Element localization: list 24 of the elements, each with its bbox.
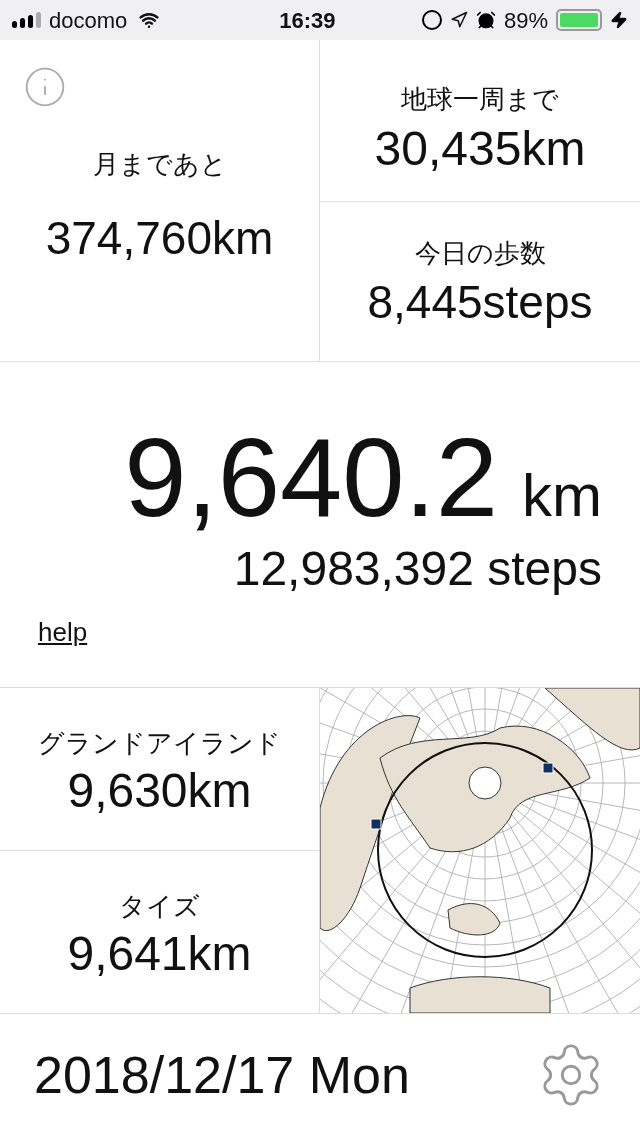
- clock: 16:39: [279, 6, 336, 35]
- carrier-name: docomo: [49, 6, 128, 35]
- signal-icon: [12, 12, 41, 28]
- info-icon[interactable]: [23, 65, 67, 109]
- alarm-icon: [475, 10, 496, 30]
- moon-label: 月まであと: [92, 148, 227, 181]
- place-name: グランドアイランド: [38, 726, 281, 760]
- battery-icon: [556, 9, 602, 31]
- location-icon: [449, 11, 468, 29]
- wifi-icon: [139, 10, 160, 30]
- help-link[interactable]: help: [38, 613, 88, 652]
- total-steps: 12,983,392 steps: [233, 545, 602, 593]
- charging-icon: [610, 11, 628, 29]
- battery-percent: 89%: [503, 6, 548, 35]
- place-distance: 9,641km: [67, 929, 252, 978]
- moon-distance: 374,760km: [45, 211, 274, 266]
- date-label: 2018/12/17 Mon: [34, 1045, 410, 1106]
- place-distance: 9,630km: [67, 766, 252, 815]
- earth-lap-distance: 30,435km: [374, 125, 586, 173]
- total-distance: 9,640.2: [124, 422, 498, 534]
- earth-lap-label: 地球一周まで: [401, 83, 559, 116]
- distance-unit: km: [522, 461, 602, 531]
- place-name: タイズ: [119, 889, 200, 923]
- steps-label: 今日の歩数: [414, 237, 546, 270]
